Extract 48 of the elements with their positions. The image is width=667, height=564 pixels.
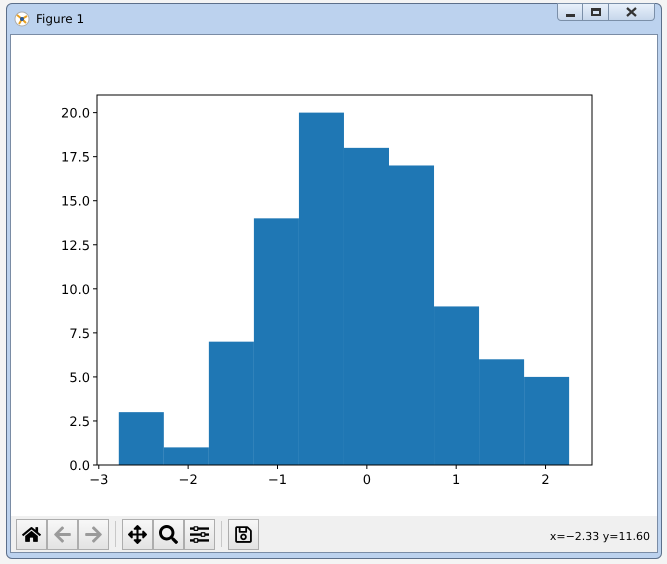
tick-mark bbox=[92, 376, 98, 378]
y-tick-label: 10.0 bbox=[61, 282, 90, 298]
close-button[interactable] bbox=[609, 3, 655, 21]
maximize-icon bbox=[590, 8, 600, 16]
y-tick-label: 12.5 bbox=[61, 238, 90, 254]
configure-button[interactable] bbox=[184, 518, 215, 550]
tick-mark bbox=[92, 112, 98, 114]
x-tick-label: 1 bbox=[452, 473, 460, 488]
y-tick-label: 7.5 bbox=[69, 326, 90, 342]
zoom-button[interactable] bbox=[153, 518, 184, 550]
minimize-icon bbox=[566, 14, 574, 16]
tick-mark bbox=[276, 464, 278, 470]
tick-mark bbox=[92, 332, 98, 334]
x-tick-label: 0 bbox=[362, 473, 371, 488]
x-tick-label: −3 bbox=[89, 473, 108, 488]
y-tick-label: 5.0 bbox=[69, 370, 90, 386]
close-icon bbox=[626, 7, 637, 17]
home-button[interactable] bbox=[16, 518, 47, 550]
x-tick-label: −2 bbox=[178, 473, 198, 488]
right-arrow-icon bbox=[84, 524, 103, 544]
y-tick-label: 17.5 bbox=[61, 150, 90, 166]
x-tick-label: −1 bbox=[268, 473, 288, 488]
x-tick-label: 2 bbox=[541, 473, 550, 488]
y-tick-label: 20.0 bbox=[61, 106, 90, 122]
cursor-coordinates: x=−2.33 y=11.60 bbox=[550, 528, 650, 545]
move-arrows-icon bbox=[128, 524, 147, 544]
save-button[interactable] bbox=[228, 518, 259, 550]
tick-mark bbox=[92, 420, 98, 422]
maximize-button[interactable] bbox=[583, 3, 609, 21]
y-tick-label: 15.0 bbox=[61, 194, 90, 210]
window-title: Figure 1 bbox=[36, 11, 84, 28]
tick-mark bbox=[366, 464, 368, 470]
tick-mark bbox=[92, 288, 98, 290]
home-icon bbox=[22, 524, 41, 544]
magnifier-icon bbox=[159, 524, 178, 544]
tick-mark bbox=[92, 200, 98, 202]
sliders-icon bbox=[190, 524, 209, 544]
minimize-button[interactable] bbox=[557, 3, 583, 21]
y-tick-label: 0.0 bbox=[69, 459, 90, 474]
pan-button[interactable] bbox=[122, 518, 153, 550]
app-icon bbox=[14, 11, 30, 27]
tick-mark bbox=[456, 464, 457, 470]
y-tick-label: 2.5 bbox=[69, 414, 90, 430]
tick-mark bbox=[545, 464, 546, 470]
tick-mark bbox=[92, 156, 98, 158]
tick-mark bbox=[188, 464, 189, 470]
tick-mark bbox=[92, 244, 98, 246]
left-arrow-icon bbox=[53, 524, 72, 544]
